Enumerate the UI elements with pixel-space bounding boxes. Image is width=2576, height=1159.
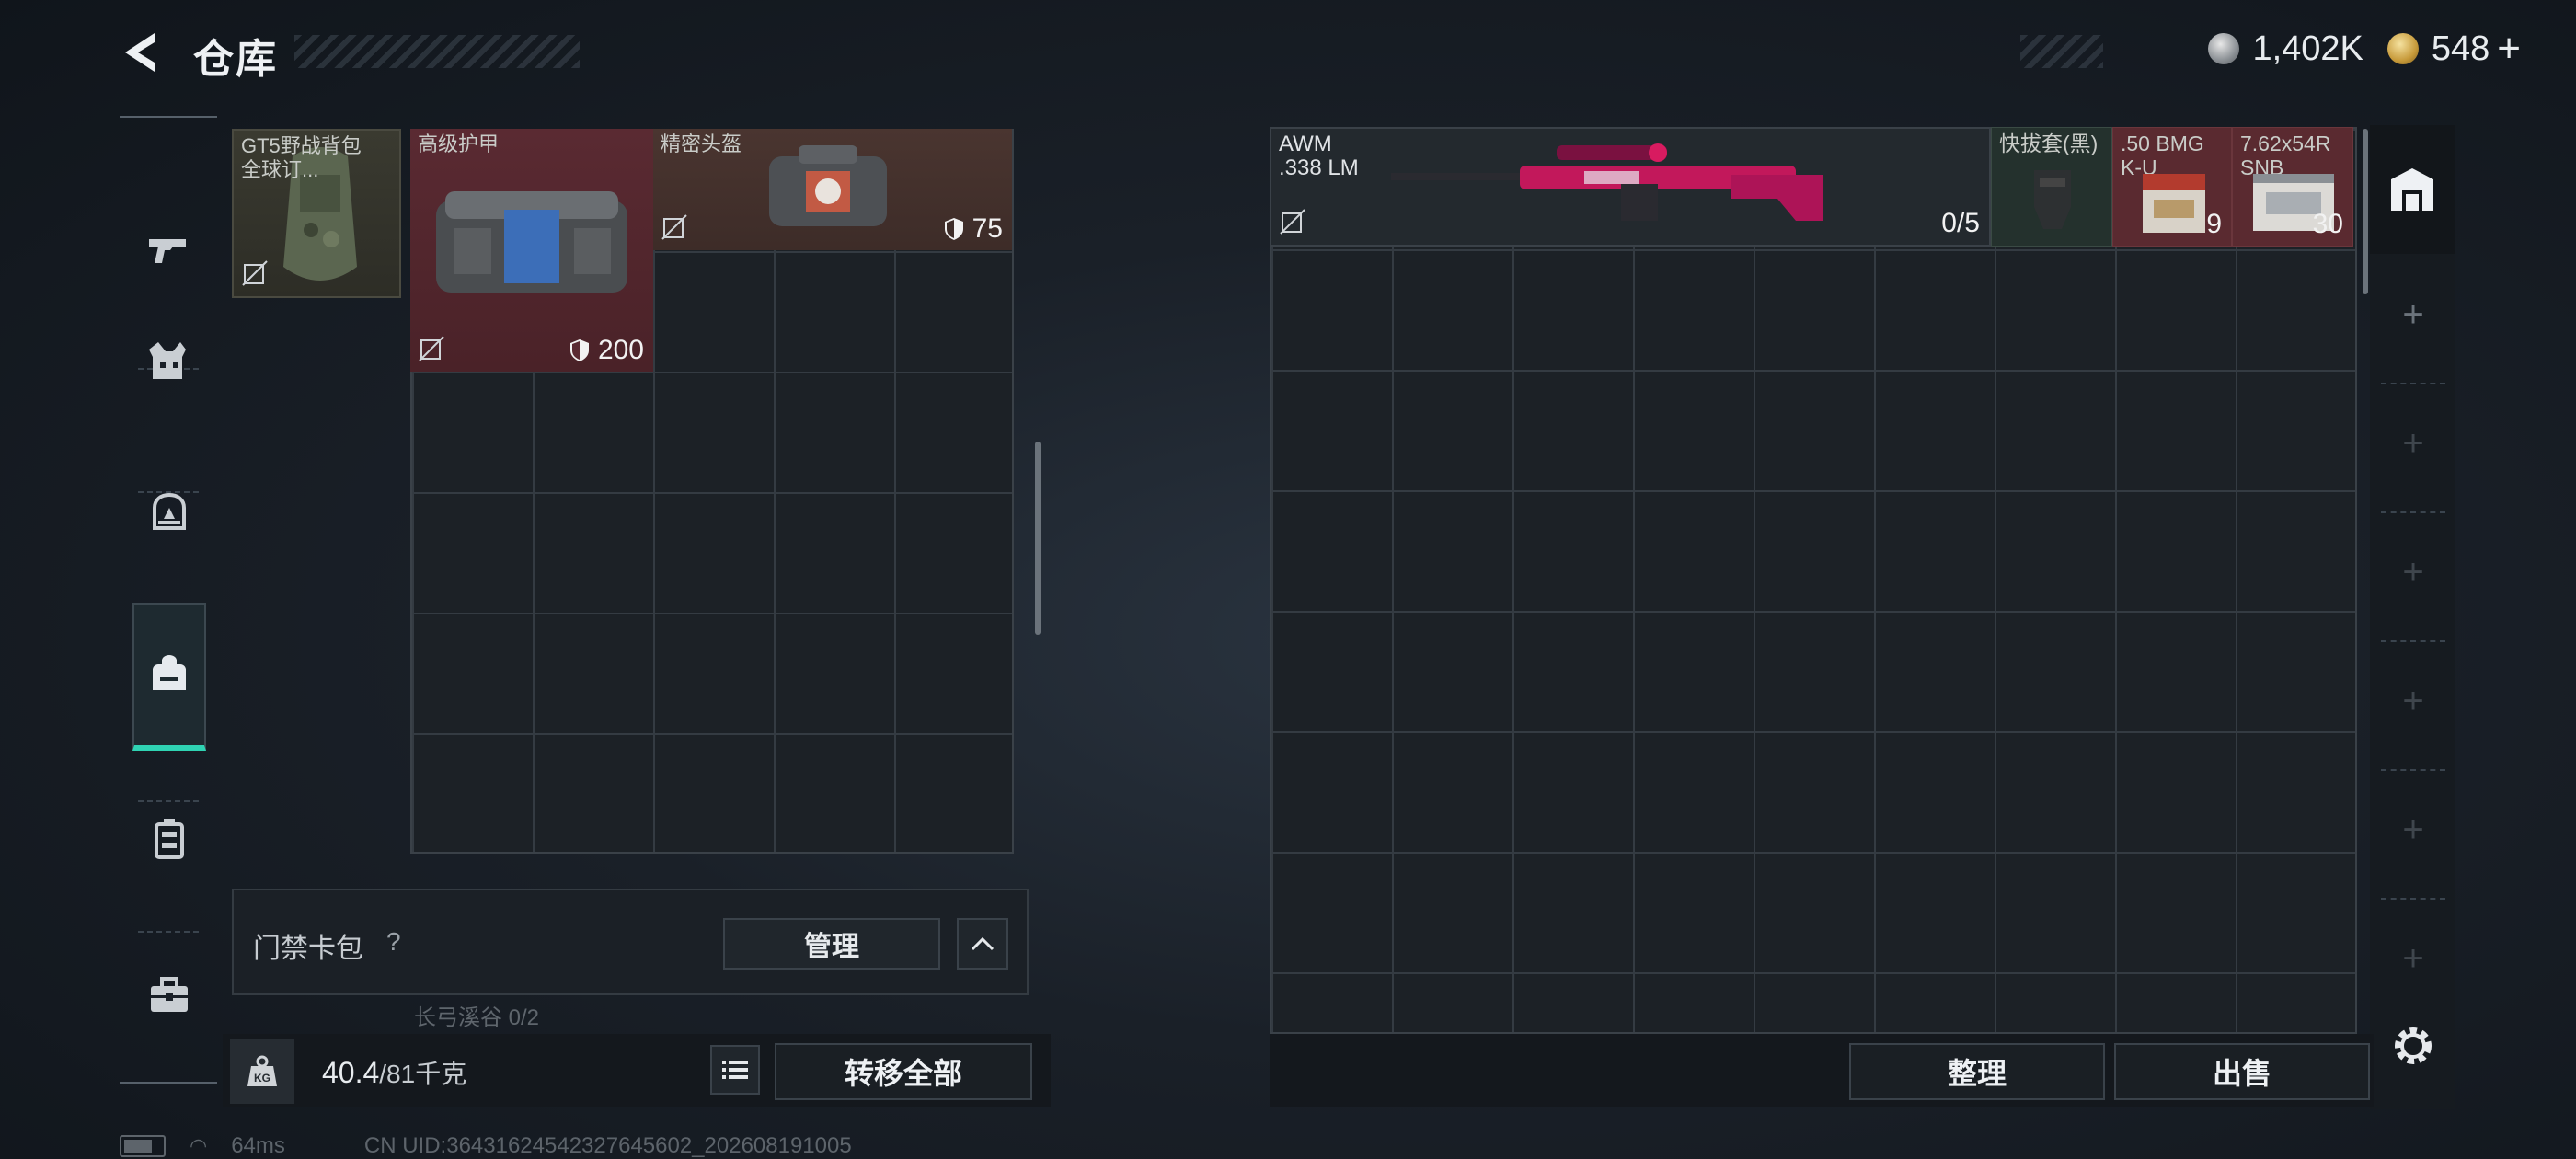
add-stash-tab-button[interactable]: + bbox=[2399, 423, 2427, 465]
rig-icon bbox=[155, 819, 184, 859]
add-stash-tab-button[interactable]: + bbox=[2399, 809, 2427, 851]
weapon-name: AWM .338 LM bbox=[1279, 132, 1359, 180]
stash-item-762-ammo[interactable]: 7.62x54R SNB 30 bbox=[2232, 127, 2353, 247]
stash-scrollbar[interactable] bbox=[2363, 129, 2368, 294]
vest-label: 高级护甲 bbox=[418, 132, 500, 155]
gear-icon[interactable] bbox=[2388, 1021, 2438, 1071]
add-stash-tab-button[interactable]: + bbox=[2399, 294, 2427, 336]
title-decoration bbox=[294, 35, 580, 68]
stash-icon bbox=[2391, 168, 2433, 211]
weight-max: /81千克 bbox=[379, 1060, 467, 1088]
nav-item-helmet[interactable] bbox=[132, 440, 206, 587]
transfer-all-button[interactable]: 转移全部 bbox=[775, 1043, 1032, 1100]
back-arrow-icon[interactable] bbox=[118, 28, 167, 77]
ammo-box-image bbox=[2143, 174, 2205, 233]
stash-item-holster[interactable]: 快拔套(黑) bbox=[1991, 127, 2112, 247]
vest-slot[interactable]: 高级护甲 200 bbox=[410, 129, 653, 372]
uninsured-icon bbox=[1280, 209, 1305, 235]
nav-item-rig[interactable] bbox=[132, 765, 206, 912]
uninsured-icon bbox=[661, 214, 687, 240]
gold-amount: 548 bbox=[2431, 29, 2490, 68]
nav-item-case[interactable] bbox=[132, 922, 206, 1069]
collapse-button[interactable] bbox=[957, 918, 1008, 970]
status-bar: ◠ 64ms CN UID:36431624542327645602_20260… bbox=[120, 1133, 852, 1159]
gold-coin-icon bbox=[2386, 33, 2419, 64]
helmet-label: 精密头盔 bbox=[661, 132, 742, 155]
sniper-rifle-image bbox=[1391, 143, 1823, 221]
stash-grid[interactable] bbox=[1270, 127, 2357, 1034]
helmet-image bbox=[769, 145, 887, 226]
chevron-up-icon bbox=[971, 936, 995, 951]
backpack-icon bbox=[153, 655, 186, 690]
access-card-label: 门禁卡包 bbox=[253, 934, 363, 964]
vest-durability: 200 bbox=[569, 335, 644, 366]
helmet-durability: 75 bbox=[943, 213, 1003, 245]
shield-icon bbox=[569, 339, 589, 361]
ping-readout: 64ms bbox=[231, 1133, 285, 1158]
add-stash-tab-button[interactable]: + bbox=[2399, 938, 2427, 980]
helmet-icon bbox=[153, 492, 186, 530]
category-nav bbox=[120, 116, 217, 1084]
add-stash-tab-button[interactable]: + bbox=[2399, 552, 2427, 593]
battery-icon bbox=[120, 1135, 166, 1157]
page-title: 仓库 bbox=[193, 37, 278, 82]
uid-readout: CN UID:36431624542327645602_202608191005 bbox=[363, 1133, 852, 1158]
weight-current: 40.4 bbox=[322, 1056, 380, 1089]
nav-item-armor[interactable] bbox=[132, 287, 206, 434]
gold-add-button[interactable]: + bbox=[2497, 26, 2521, 72]
backpack-slot[interactable]: GT5野战背包 全球订... bbox=[232, 129, 401, 298]
svg-text:KG: KG bbox=[254, 1072, 270, 1084]
nav-item-backpack[interactable] bbox=[132, 603, 206, 751]
armor-image bbox=[436, 191, 627, 293]
stash-item-bmg-ammo[interactable]: .50 BMG K-U 9 bbox=[2112, 127, 2232, 247]
helmet-slot[interactable]: 精密头盔 75 bbox=[653, 129, 1012, 250]
card-sub-label: 长弓溪谷 0/2 bbox=[414, 1005, 540, 1030]
pistol-icon bbox=[149, 239, 186, 263]
left-scrollbar[interactable] bbox=[1035, 442, 1041, 635]
weapon-ammo: 0/5 bbox=[1941, 208, 1980, 238]
uninsured-icon bbox=[242, 260, 268, 286]
stash-tab-main[interactable] bbox=[2370, 125, 2455, 254]
holster-label: 快拔套(黑) bbox=[1999, 132, 2099, 155]
weight-readout: 40.4/81千克 bbox=[322, 1054, 466, 1091]
currency-decoration bbox=[2020, 35, 2103, 68]
manage-button[interactable]: 管理 bbox=[723, 918, 940, 970]
add-stash-tab-button[interactable]: + bbox=[2399, 681, 2427, 722]
help-icon[interactable]: ? bbox=[386, 927, 401, 957]
bmg-count: 9 bbox=[2206, 209, 2222, 239]
sort-button[interactable]: 整理 bbox=[1849, 1043, 2105, 1100]
backpack-label: GT5野战背包 全球订... bbox=[241, 134, 362, 181]
uninsured-icon bbox=[419, 336, 444, 361]
list-view-button[interactable] bbox=[710, 1045, 760, 1095]
wifi-icon: ◠ bbox=[190, 1134, 208, 1157]
list-icon bbox=[722, 1061, 748, 1079]
shield-icon bbox=[944, 218, 963, 240]
silver-amount: 1,402K bbox=[2252, 29, 2363, 68]
holster-image bbox=[2034, 170, 2071, 229]
weapon-slot-awm[interactable]: AWM .338 LM 0/5 bbox=[1270, 127, 1991, 247]
briefcase-icon bbox=[151, 977, 188, 1012]
weight-icon: KG bbox=[230, 1039, 294, 1104]
currency-display: 1,402K 548 + bbox=[2208, 26, 2521, 72]
sell-button[interactable]: 出售 bbox=[2114, 1043, 2370, 1100]
silver-coin-icon bbox=[2208, 33, 2240, 64]
ru-ammo-count: 30 bbox=[2312, 209, 2343, 239]
vest-icon bbox=[149, 342, 186, 379]
